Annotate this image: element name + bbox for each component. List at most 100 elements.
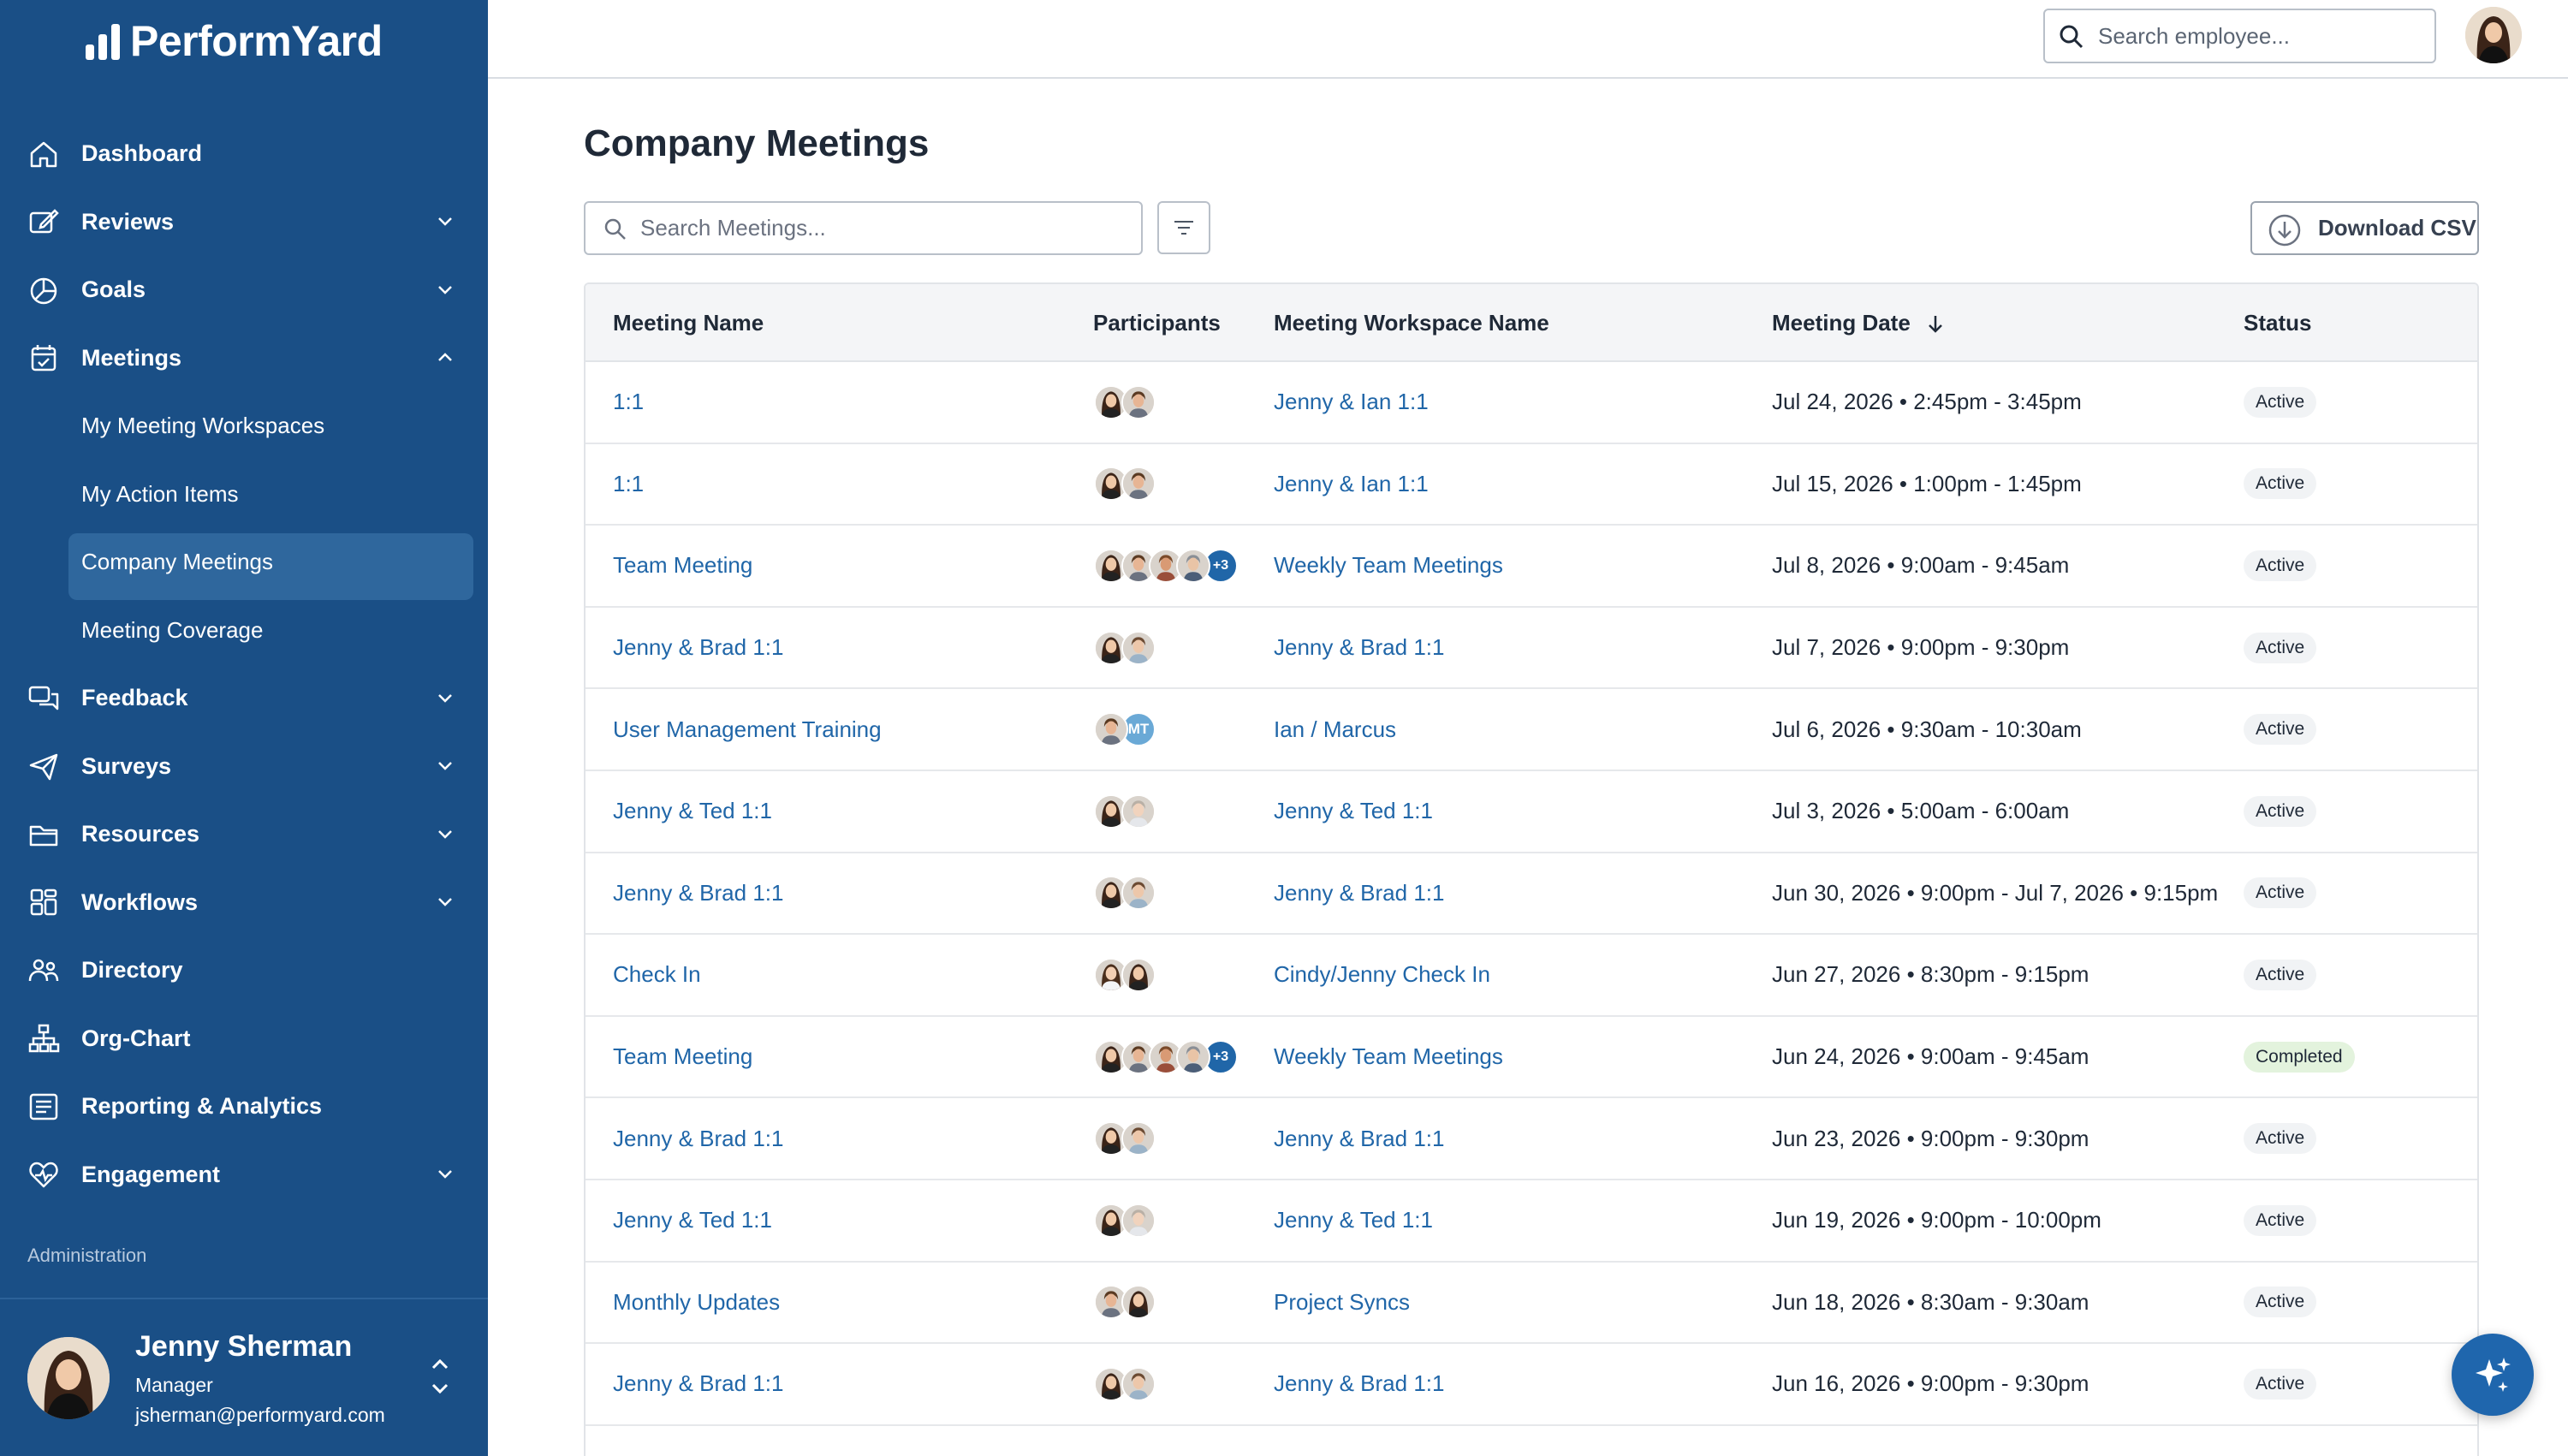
meeting-name-link[interactable]: Monthly Updates <box>613 1263 780 1343</box>
workspace-name-link[interactable]: Jenny & Brad 1:1 <box>1274 608 1444 688</box>
sidebar-item-reviews[interactable]: Reviews <box>0 188 488 257</box>
workspace-name-link[interactable]: Jenny & Brad 1:1 <box>1274 853 1444 934</box>
table-header: Meeting Name Participants Meeting Worksp… <box>586 284 2477 362</box>
participant-avatar <box>1121 630 1156 665</box>
table-row[interactable]: User Management Training MT Ian / Marcus Ju… <box>586 689 2477 771</box>
user-panel[interactable]: Jenny Sherman Manager jsherman@performya… <box>0 1298 488 1456</box>
sidebar-item-goals[interactable]: Goals <box>0 256 488 324</box>
meeting-search-input[interactable]: Search Meetings... <box>584 201 1143 255</box>
profile-avatar[interactable] <box>2465 7 2522 63</box>
meeting-name-link[interactable]: Team Meeting <box>613 526 752 606</box>
chevron-down-icon[interactable] <box>435 211 455 232</box>
meeting-name-link[interactable]: 1:1 <box>613 362 644 443</box>
download-csv-button[interactable]: Download CSV <box>2250 201 2479 255</box>
status-badge: Active <box>2244 1123 2317 1155</box>
meeting-name-link[interactable]: Jenny & Brad 1:1 <box>613 853 783 934</box>
table-row[interactable]: Jenny & Ted 1:1 Jenny & Ted 1:1 Jun 19, 20… <box>586 1180 2477 1263</box>
chevron-down-icon[interactable] <box>435 688 455 709</box>
section-label-administration: Administration <box>27 1245 147 1266</box>
status-cell: Active <box>2244 444 2317 525</box>
meeting-name-link[interactable]: Jenny & Brad 1:1 <box>613 1344 783 1424</box>
status-badge: Active <box>2244 550 2317 581</box>
meeting-date: Jun 24, 2026 • 9:00am - 9:45am <box>1772 1043 2089 1070</box>
sidebar-item-resources[interactable]: Resources <box>0 800 488 869</box>
workspace-name-link[interactable]: Jenny & Brad 1:1 <box>1274 1344 1444 1424</box>
sidebar-item-workflows[interactable]: Workflows <box>0 869 488 937</box>
table-row[interactable]: Jenny & Brad 1:1 Jenny & Brad 1:1 Jun 23, … <box>586 1098 2477 1180</box>
table-row[interactable]: Jenny & Brad 1:1 Jenny & Brad 1:1 Jul 7, 2… <box>586 608 2477 690</box>
workspace-name-link[interactable]: Ian / Marcus <box>1274 689 1396 770</box>
sort-descending-icon[interactable] <box>1924 312 1947 335</box>
sidebar-subitem-meeting-coverage[interactable]: Meeting Coverage <box>0 597 488 665</box>
meeting-date: Jul 24, 2026 • 2:45pm - 3:45pm <box>1772 389 2082 415</box>
chat-icon <box>27 682 60 715</box>
pie-icon <box>27 274 60 306</box>
participants-cell <box>1094 1180 1156 1261</box>
meeting-name-link[interactable]: Team Meeting <box>613 1017 752 1097</box>
chevron-down-icon[interactable] <box>435 892 455 912</box>
sidebar-subitem-my-meeting-workspaces[interactable]: My Meeting Workspaces <box>0 392 488 461</box>
status-cell: Completed <box>2244 1017 2355 1097</box>
table-row[interactable]: Jenny & Ted 1:1 Jenny & Ted 1:1 Jul 3, 202… <box>586 771 2477 853</box>
table-row[interactable]: Team Meeting +3 Weekly Team Meetings Jun 24… <box>586 1017 2477 1099</box>
user-menu-toggle-icon[interactable] <box>428 1352 452 1400</box>
workspace-name-link[interactable]: Weekly Team Meetings <box>1274 526 1503 606</box>
status-cell: Active <box>2244 771 2317 852</box>
chevron-up-icon[interactable] <box>435 348 455 368</box>
workspace-name-link[interactable]: Jenny & Ted 1:1 <box>1274 771 1433 852</box>
table-row[interactable]: Jenny & Brad 1:1 Jenny & Brad 1:1 Jun 16, … <box>586 1344 2477 1426</box>
workspace-name-link[interactable]: Jenny & Brad 1:1 <box>1274 1098 1444 1179</box>
filter-button[interactable] <box>1157 201 1210 254</box>
chevron-down-icon[interactable] <box>435 756 455 776</box>
meeting-name-link[interactable]: Jenny & Brad 1:1 <box>613 1098 783 1179</box>
column-header-workspace-name[interactable]: Meeting Workspace Name <box>1274 284 1549 362</box>
sidebar-subitem-company-meetings[interactable]: Company Meetings <box>0 528 488 600</box>
table-row[interactable]: Jenny & Brad 1:1 Jenny & Brad 1:1 Jun 30, … <box>586 853 2477 936</box>
ai-assistant-button[interactable] <box>2452 1334 2534 1416</box>
sidebar-item-feedback[interactable]: Feedback <box>0 664 488 733</box>
chevron-down-icon[interactable] <box>435 824 455 845</box>
column-header-participants[interactable]: Participants <box>1093 284 1221 362</box>
table-row[interactable]: Check In Cindy/Jenny Check In Jun 27, 2026… <box>586 935 2477 1017</box>
meeting-name-link[interactable]: Jenny & Ted 1:1 <box>613 1180 772 1261</box>
workspace-name-link[interactable]: Jenny & Ian 1:1 <box>1274 362 1429 443</box>
sidebar-subitem-label: Meeting Coverage <box>81 616 264 643</box>
sidebar-item-engagement[interactable]: Engagement <box>0 1141 488 1209</box>
sidebar-subitem-my-action-items[interactable]: My Action Items <box>0 461 488 529</box>
meeting-name-link[interactable]: Check In <box>613 935 701 1015</box>
table-row[interactable]: 1:1 Jenny & Ian 1:1 Jul 15, 2026 • 1:00pm … <box>586 444 2477 526</box>
table-row[interactable]: Monthly Updates Project Syncs Jun 18, 2026… <box>586 1263 2477 1345</box>
table-row[interactable]: Team Meeting +3 Weekly Team Meetings Jul 8,… <box>586 526 2477 608</box>
column-header-meeting-name[interactable]: Meeting Name <box>613 284 764 362</box>
workspace-name-link[interactable]: Project Syncs <box>1274 1263 1410 1343</box>
employee-search-input[interactable]: Search employee... <box>2043 9 2436 63</box>
sidebar-item-reporting-and-analytics[interactable]: Reporting & Analytics <box>0 1073 488 1141</box>
table-body: 1:1 Jenny & Ian 1:1 Jul 24, 2026 • 2:45pm … <box>586 362 2477 1426</box>
table-row[interactable]: 1:1 Jenny & Ian 1:1 Jul 24, 2026 • 2:45pm … <box>586 362 2477 444</box>
meeting-date: Jul 8, 2026 • 9:00am - 9:45am <box>1772 552 2070 579</box>
sidebar-item-dashboard[interactable]: Dashboard <box>0 120 488 188</box>
sidebar-item-directory[interactable]: Directory <box>0 936 488 1005</box>
meeting-name-link[interactable]: Jenny & Ted 1:1 <box>613 771 772 852</box>
workspace-name-link[interactable]: Weekly Team Meetings <box>1274 1017 1503 1097</box>
participant-avatar <box>1121 467 1156 502</box>
meeting-name-link[interactable]: User Management Training <box>613 689 882 770</box>
sidebar-item-meetings[interactable]: Meetings <box>0 324 488 393</box>
sidebar-item-surveys[interactable]: Surveys <box>0 733 488 801</box>
meeting-name-link[interactable]: Jenny & Brad 1:1 <box>613 608 783 688</box>
participants-cell: MT <box>1094 689 1156 770</box>
chevron-down-icon[interactable] <box>435 1164 455 1185</box>
participant-avatar <box>1121 1366 1156 1401</box>
chevron-down-icon[interactable] <box>435 280 455 300</box>
status-badge: Active <box>2244 877 2317 909</box>
workspace-name-link[interactable]: Jenny & Ian 1:1 <box>1274 444 1429 525</box>
workspace-name-link[interactable]: Jenny & Ted 1:1 <box>1274 1180 1433 1261</box>
user-email: jsherman@performyard.com <box>135 1404 385 1426</box>
sidebar-item-org-chart[interactable]: Org-Chart <box>0 1005 488 1073</box>
employee-search-placeholder: Search employee... <box>2098 22 2291 49</box>
meeting-name-link[interactable]: 1:1 <box>613 444 644 525</box>
workspace-name-link[interactable]: Cindy/Jenny Check In <box>1274 935 1490 1015</box>
column-header-status[interactable]: Status <box>2244 284 2311 362</box>
performyard-logo[interactable]: PerformYard <box>86 14 383 68</box>
column-header-meeting-date[interactable]: Meeting Date <box>1772 284 1947 362</box>
